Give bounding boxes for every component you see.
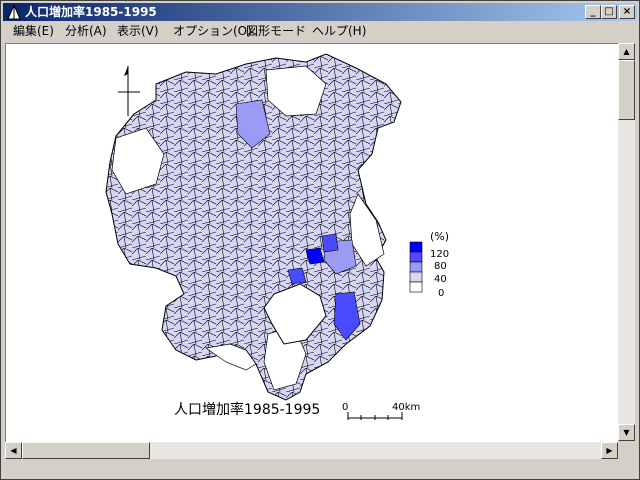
scroll-down-icon[interactable]: ▼ — [618, 424, 635, 441]
menu-bar: 編集(E) 分析(A) 表示(V) オプション(O) 図形モード ヘルプ(H) — [3, 22, 637, 41]
north-arrow-icon — [118, 66, 140, 116]
scroll-corner — [618, 442, 635, 459]
window-title: 人口増加率1985-1995 — [25, 5, 157, 19]
choropleth-map: (%) 120 80 40 0 0 40km — [105, 53, 449, 420]
menu-analysis[interactable]: 分析(A) — [65, 22, 107, 41]
scroll-up-icon[interactable]: ▲ — [618, 43, 635, 60]
legend-unit: (%) — [430, 230, 449, 243]
legend-label-0: 0 — [438, 288, 444, 299]
menu-options[interactable]: オプション(O) — [173, 22, 252, 41]
maximize-button[interactable]: □ — [601, 5, 617, 19]
menu-view[interactable]: 表示(V) — [117, 22, 159, 41]
horizontal-scroll-thumb[interactable] — [22, 442, 150, 459]
legend-swatch-80 — [409, 251, 423, 263]
scale-bar: 0 40km — [342, 402, 420, 420]
legend-swatch-low — [409, 271, 423, 283]
legend-label-40: 40 — [434, 274, 447, 285]
vertical-scroll-thumb[interactable] — [618, 60, 635, 120]
status-bar — [3, 461, 637, 478]
scroll-left-icon[interactable]: ◀ — [5, 442, 22, 459]
region-growth-80c — [321, 233, 339, 253]
map-canvas[interactable]: (%) 120 80 40 0 0 40km 人口増加率1985-1995 — [5, 43, 618, 442]
legend-swatch-40 — [409, 261, 423, 273]
close-button[interactable]: × — [619, 5, 635, 19]
menu-help[interactable]: ヘルプ(H) — [312, 22, 366, 41]
scroll-right-icon[interactable]: ▶ — [601, 442, 618, 459]
vertical-scrollbar[interactable]: ▲ ▼ — [618, 43, 635, 441]
title-bar[interactable]: 人口増加率1985-1995 _ □ × — [3, 3, 637, 21]
horizontal-scrollbar[interactable]: ◀ ▶ — [5, 442, 618, 459]
legend-swatch-0 — [409, 281, 423, 293]
legend: (%) 120 80 40 0 — [409, 230, 449, 299]
legend-label-80: 80 — [434, 261, 447, 272]
minimize-button[interactable]: _ — [585, 5, 601, 19]
app-icon — [7, 4, 21, 20]
legend-label-120: 120 — [430, 249, 449, 260]
app-window: 人口増加率1985-1995 _ □ × 編集(E) 分析(A) 表示(V) オ… — [0, 0, 640, 480]
map-title: 人口増加率1985-1995 — [174, 402, 321, 418]
legend-swatch-120 — [409, 241, 423, 253]
menu-shape-mode[interactable]: 図形モード — [246, 22, 306, 41]
scale-start: 0 — [342, 402, 348, 413]
scale-end: 40km — [392, 402, 420, 413]
menu-edit[interactable]: 編集(E) — [13, 22, 54, 41]
